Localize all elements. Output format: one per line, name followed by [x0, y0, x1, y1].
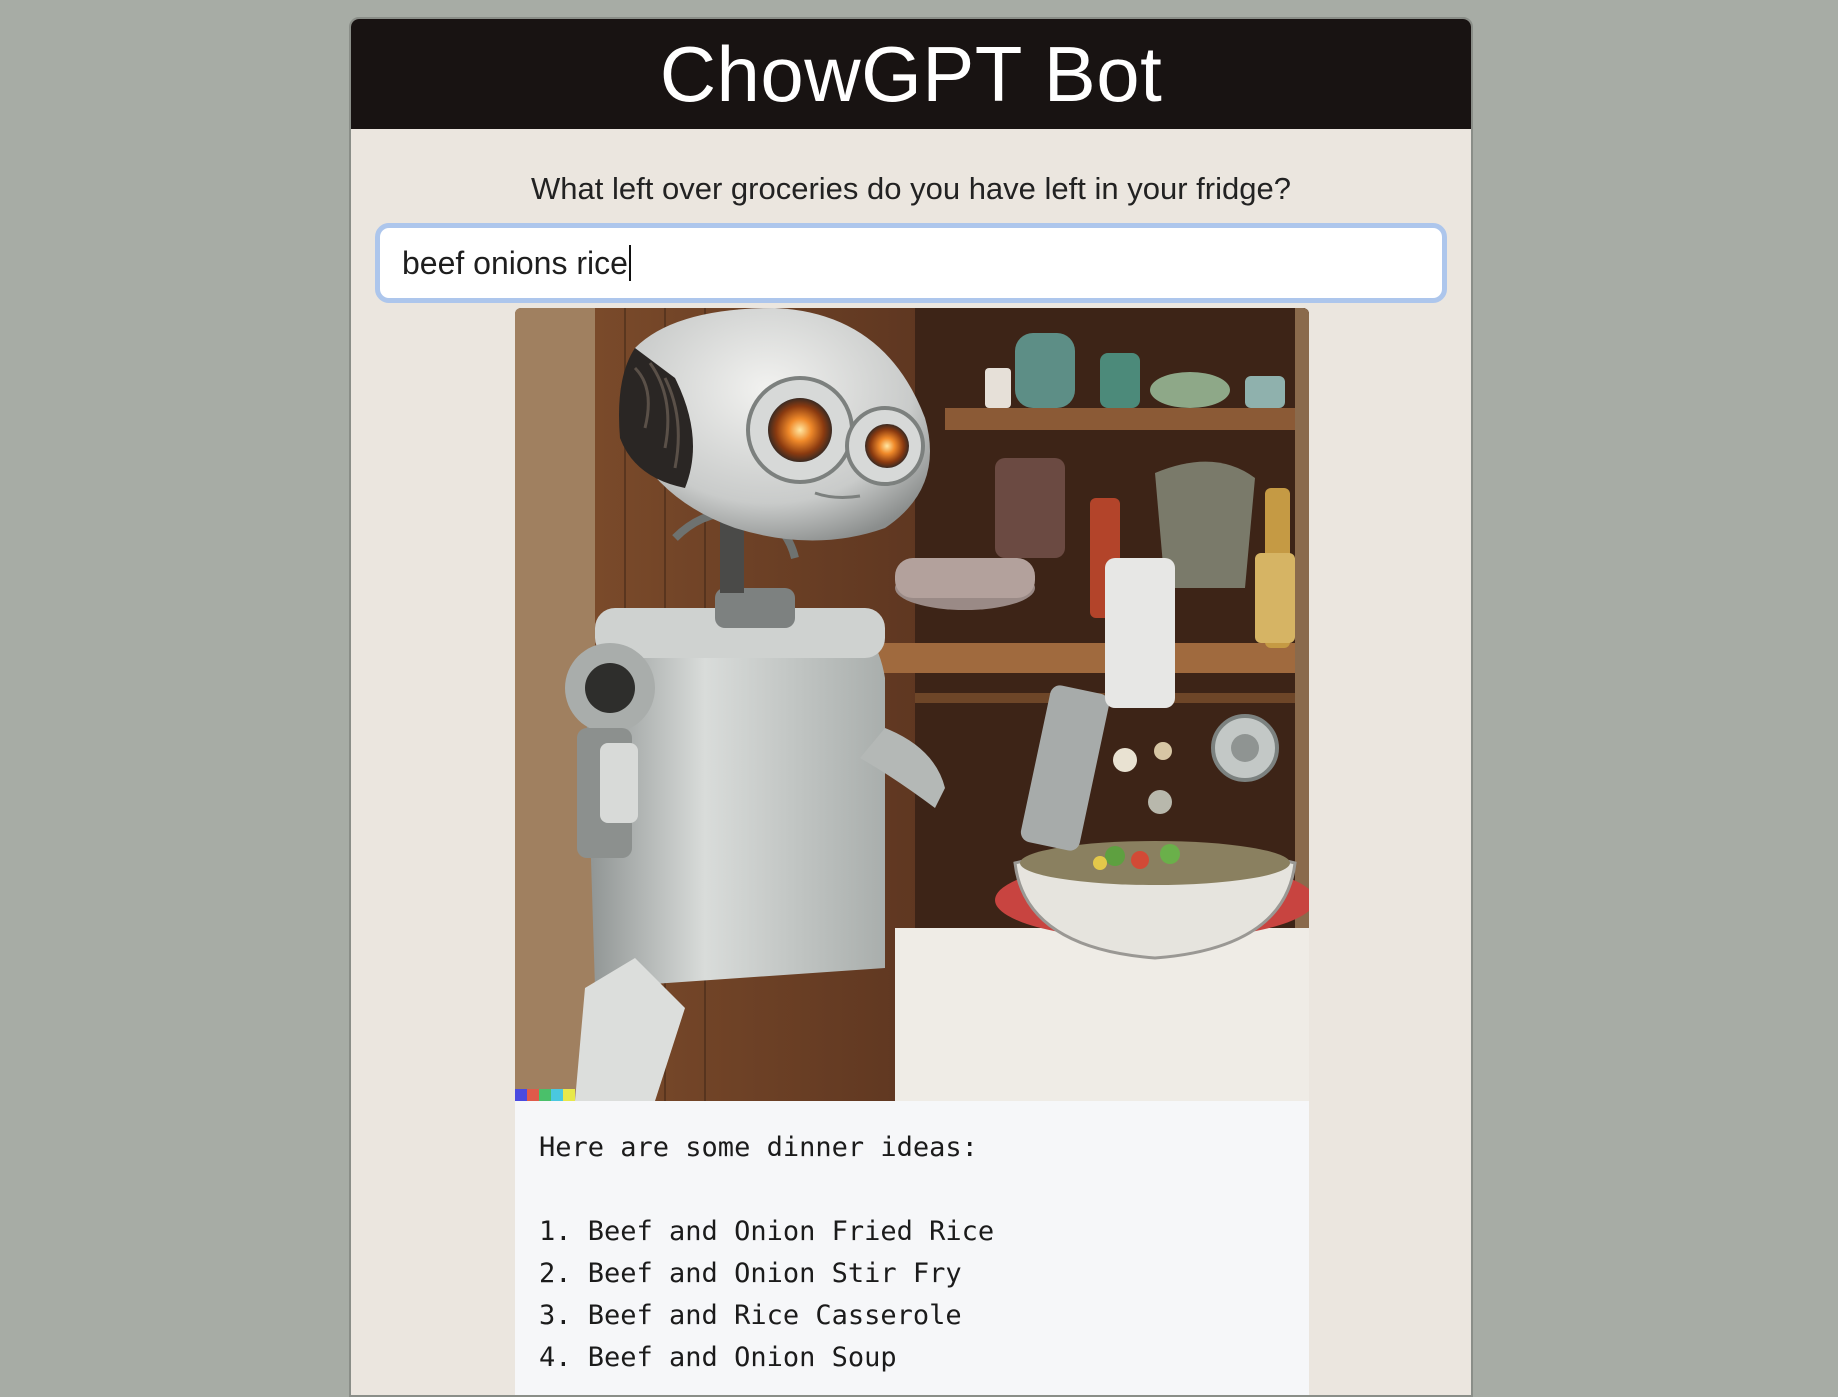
- groceries-input-value[interactable]: beef onions rice: [402, 245, 628, 282]
- list-item: 1. Beef and Onion Fried Rice: [539, 1216, 995, 1247]
- text-caret: [628, 245, 631, 281]
- dinner-ideas-output: Here are some dinner ideas: 1. Beef and …: [515, 1101, 1309, 1395]
- list-item: 2. Beef and Onion Stir Fry: [539, 1258, 962, 1289]
- app-title: ChowGPT Bot: [659, 29, 1163, 118]
- question-label: What left over groceries do you have lef…: [531, 171, 1291, 206]
- app-panel: ChowGPT Bot What left over groceries do …: [349, 17, 1473, 1397]
- robot-chef-image: [515, 308, 1309, 1101]
- list-item: 4. Beef and Onion Soup: [539, 1342, 897, 1373]
- header-bar: ChowGPT Bot: [351, 19, 1471, 129]
- groceries-input[interactable]: beef onions rice: [375, 223, 1447, 303]
- ideas-intro: Here are some dinner ideas:: [539, 1132, 978, 1163]
- list-item: 3. Beef and Rice Casserole: [539, 1300, 962, 1331]
